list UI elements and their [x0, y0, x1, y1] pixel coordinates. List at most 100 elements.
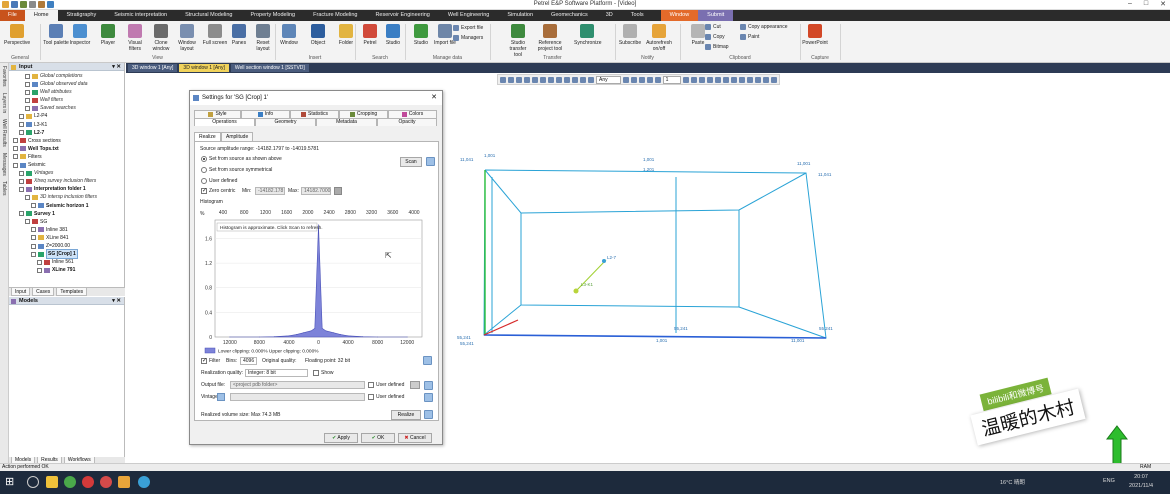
- view-tool-icon[interactable]: [763, 76, 770, 83]
- ribbon-small-copy[interactable]: Copy: [705, 34, 725, 40]
- menu-tab-stratigraphy[interactable]: Stratigraphy: [58, 10, 106, 21]
- tree-checkbox[interactable]: [13, 146, 18, 152]
- ribbon-button-window-layout[interactable]: Window layout: [174, 24, 200, 52]
- close-icon[interactable]: ✕: [1160, 0, 1166, 8]
- radio-user-defined[interactable]: [201, 178, 207, 184]
- tree-item[interactable]: Interpretation folder 1: [9, 185, 124, 193]
- tree-item[interactable]: SG: [9, 218, 124, 226]
- context-tab-submit[interactable]: Submit: [698, 10, 734, 21]
- tree-item[interactable]: L3-K1: [9, 121, 124, 129]
- tree-checkbox[interactable]: [25, 97, 30, 103]
- vintage-drop-icon[interactable]: [217, 393, 225, 401]
- tree-item[interactable]: Vintages: [9, 169, 124, 177]
- subtab-amplitude[interactable]: Amplitude: [221, 132, 254, 141]
- tree-checkbox[interactable]: [19, 114, 24, 120]
- close-icon[interactable]: ✕: [431, 91, 437, 105]
- minimize-icon[interactable]: –: [1128, 0, 1132, 8]
- lock-icon[interactable]: [334, 187, 342, 195]
- show-checkbox[interactable]: [313, 370, 319, 376]
- view-tool-icon[interactable]: [747, 76, 754, 83]
- file-explorer-icon[interactable]: [46, 476, 58, 488]
- ribbon-small-managers[interactable]: Managers: [453, 35, 483, 41]
- menu-tab-tools[interactable]: Tools: [622, 10, 653, 21]
- app-icon[interactable]: [82, 476, 94, 488]
- tree-item[interactable]: Inline 561: [9, 258, 124, 266]
- ribbon-button-reference-project-tool[interactable]: Reference project tool: [537, 24, 563, 52]
- ribbon-button-reset-layout[interactable]: Reset layout: [250, 24, 276, 52]
- tree-checkbox[interactable]: [37, 259, 42, 265]
- panel-tab-input[interactable]: Input: [11, 288, 31, 296]
- ribbon-button-object[interactable]: Object: [305, 24, 331, 46]
- view-tool-icon[interactable]: [532, 76, 538, 83]
- dialog-tab-metadata[interactable]: Metadata: [316, 118, 377, 126]
- tree-checkbox[interactable]: [25, 73, 30, 79]
- side-tab-messages[interactable]: Messages: [1, 153, 7, 176]
- ribbon-small-paint[interactable]: Paint: [740, 34, 759, 40]
- tree-item[interactable]: 3D intersp inclusion filters: [9, 193, 124, 201]
- dialog-tab-style[interactable]: Style: [194, 110, 241, 118]
- radio-from-source[interactable]: [201, 156, 207, 162]
- scan-button[interactable]: Scan: [400, 157, 422, 167]
- view-tool-icon[interactable]: [508, 76, 514, 83]
- ribbon-button-window[interactable]: Window: [276, 24, 302, 46]
- menu-tab-file[interactable]: File: [0, 10, 25, 21]
- tree-checkbox[interactable]: [19, 170, 24, 176]
- bins-field[interactable]: 4096: [240, 357, 257, 365]
- dialog-tab-info[interactable]: Info: [241, 110, 290, 118]
- view-tool-icon[interactable]: [564, 76, 570, 83]
- tree-checkbox[interactable]: [25, 194, 30, 200]
- document-tab[interactable]: 3D window 1 [Any]: [128, 64, 178, 72]
- dialog-tab-opacity[interactable]: Opacity: [377, 118, 437, 126]
- tree-checkbox[interactable]: [13, 138, 18, 144]
- dialog-tab-cropping[interactable]: Cropping: [339, 110, 388, 118]
- tree-item[interactable]: Xtreq survey inclusion filters: [9, 177, 124, 185]
- view-tool-icon[interactable]: [580, 76, 586, 83]
- vintage-icon[interactable]: [424, 393, 433, 402]
- view-tool-icon[interactable]: [683, 76, 690, 83]
- windows-start-icon[interactable]: ⊞: [5, 476, 17, 488]
- menu-tab-property-modeling[interactable]: Property Modeling: [241, 10, 304, 21]
- view-tool-icon[interactable]: [588, 76, 594, 83]
- realize-button[interactable]: Realize: [391, 410, 421, 420]
- radio-symmetrical[interactable]: [201, 167, 207, 173]
- side-tab-well-results[interactable]: Well Results: [1, 119, 7, 147]
- ribbon-button-autorefresh-on-off[interactable]: Autorefresh on/off: [646, 24, 672, 52]
- view-tool-icon[interactable]: [630, 76, 637, 83]
- panel-tab-templates[interactable]: Templates: [56, 288, 88, 296]
- browse-button[interactable]: [410, 381, 420, 389]
- tree-item[interactable]: Well Tops.txt: [9, 145, 124, 153]
- dialog-tab-operations[interactable]: Operations: [194, 118, 255, 126]
- menu-tab-seismic-interpretation[interactable]: Seismic interpretation: [105, 10, 176, 21]
- ribbon-button-powerpoint[interactable]: PowerPoint: [802, 24, 828, 46]
- tree-item[interactable]: Global completions: [9, 72, 124, 80]
- tree-checkbox[interactable]: [31, 235, 36, 241]
- folder-icon[interactable]: [424, 381, 433, 390]
- ribbon-button-full-screen[interactable]: Full screen: [202, 24, 228, 46]
- tree-item[interactable]: Survey 1: [9, 210, 124, 218]
- ribbon-button-studio[interactable]: Studio: [408, 24, 434, 46]
- search-icon[interactable]: [27, 476, 39, 488]
- tree-checkbox[interactable]: [31, 251, 36, 257]
- min-field[interactable]: -14182.178: [255, 187, 285, 195]
- panel-tab-cases[interactable]: Cases: [32, 288, 55, 296]
- view-tool-icon[interactable]: [691, 76, 698, 83]
- view-tool-icon[interactable]: [500, 76, 506, 83]
- tree-item[interactable]: SG [Crop] 1: [9, 249, 124, 260]
- menu-tab-well-engineering[interactable]: Well Engineering: [439, 10, 498, 21]
- view-tool-icon[interactable]: [723, 76, 730, 83]
- tree-checkbox[interactable]: [25, 219, 30, 225]
- refresh-icon[interactable]: [426, 157, 435, 166]
- tree-checkbox[interactable]: [13, 162, 18, 168]
- filter-checkbox[interactable]: [201, 357, 207, 364]
- tree-checkbox[interactable]: [31, 227, 36, 233]
- tree-item[interactable]: Saved searches: [9, 104, 124, 112]
- language-indicator[interactable]: ENG: [1103, 478, 1115, 484]
- tree-item[interactable]: Well filters: [9, 96, 124, 104]
- view-tool-icon[interactable]: [548, 76, 554, 83]
- ribbon-button-visual-filters[interactable]: Visual filters: [122, 24, 148, 52]
- index-select[interactable]: 1: [662, 75, 682, 84]
- maximize-icon[interactable]: □: [1144, 0, 1148, 8]
- output-file-field[interactable]: <project pdb folder>: [230, 381, 365, 389]
- view-tool-icon[interactable]: [556, 76, 562, 83]
- tree-item[interactable]: Filters: [9, 153, 124, 161]
